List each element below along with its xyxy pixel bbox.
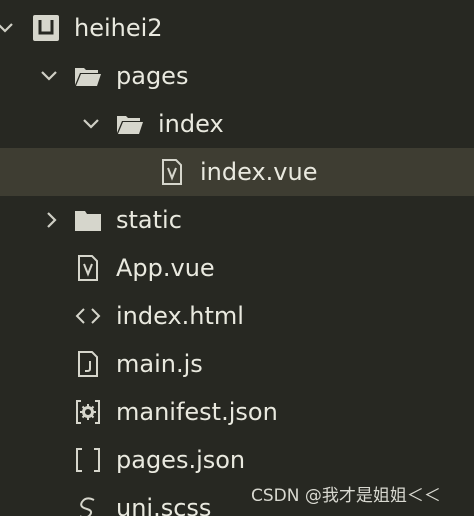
vue-file-icon	[74, 254, 102, 282]
folder-open-icon	[74, 62, 102, 90]
tree-item-label: App.vue	[116, 254, 215, 282]
tree-item-manifest-json[interactable]: manifest.json	[0, 388, 474, 436]
tree-item-label: pages	[116, 62, 189, 90]
chevron-down-icon[interactable]	[80, 113, 102, 135]
tree-item-heihei2[interactable]: heihei2	[0, 4, 474, 52]
tree-item-pages-json[interactable]: pages.json	[0, 436, 474, 484]
tree-item-label: uni.scss	[116, 494, 212, 516]
tree-item-label: manifest.json	[116, 398, 278, 426]
scss-file-icon	[74, 494, 102, 516]
tree-item-index-folder[interactable]: index	[0, 100, 474, 148]
chevron-down-icon[interactable]	[0, 17, 16, 39]
file-explorer: heihei2 pages index index.vue static App…	[0, 0, 474, 516]
tree-item-pages[interactable]: pages	[0, 52, 474, 100]
tree-item-app-vue[interactable]: App.vue	[0, 244, 474, 292]
tree-item-main-js[interactable]: main.js	[0, 340, 474, 388]
json-file-icon	[74, 446, 102, 474]
vue-file-icon	[158, 158, 186, 186]
tree-item-label: static	[116, 206, 182, 234]
tree-item-label: pages.json	[116, 446, 246, 474]
chevron-right-icon[interactable]	[40, 209, 62, 231]
tree-item-static[interactable]: static	[0, 196, 474, 244]
manifest-file-icon	[74, 398, 102, 426]
tree-item-label: index	[158, 110, 224, 138]
js-file-icon	[74, 350, 102, 378]
html-file-icon	[74, 302, 102, 330]
watermark-text: CSDN @我才是姐姐＜＜	[251, 486, 441, 506]
tree-item-label: index.vue	[200, 158, 318, 186]
project-icon	[32, 14, 60, 42]
chevron-down-icon[interactable]	[38, 65, 60, 87]
tree-item-label: main.js	[116, 350, 203, 378]
tree-item-label: index.html	[116, 302, 244, 330]
tree-item-index-html[interactable]: index.html	[0, 292, 474, 340]
folder-closed-icon	[74, 206, 102, 234]
tree-item-label: heihei2	[74, 14, 163, 42]
folder-open-icon	[116, 110, 144, 138]
tree-item-index-vue[interactable]: index.vue	[0, 148, 474, 196]
